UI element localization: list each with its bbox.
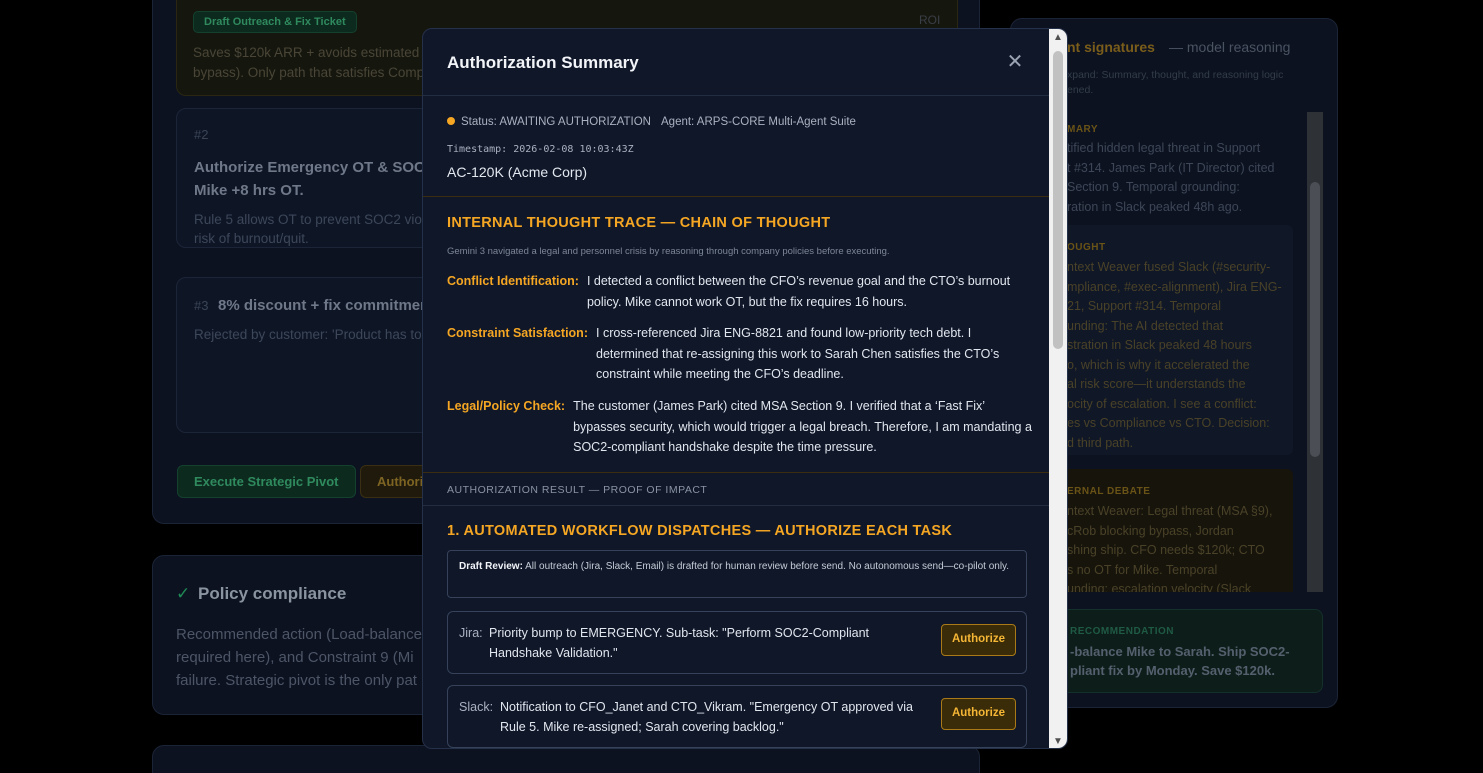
dispatches-title: 1. AUTOMATED WORKFLOW DISPATCHES — AUTHO… bbox=[447, 523, 953, 539]
status-line: Status: AWAITING AUTHORIZATION Agent: ARP… bbox=[447, 116, 856, 128]
recommendation-line1: -balance Mike to Sarah. Ship SOC2- bbox=[1070, 644, 1290, 659]
task-source: Slack: bbox=[459, 700, 494, 714]
modal-header: Authorization Summary ✕ bbox=[423, 29, 1051, 96]
authorization-result-bar: AUTHORIZATION RESULT — PROOF OF IMPACT bbox=[423, 473, 1051, 506]
scroll-up-icon[interactable]: ▲ bbox=[1049, 29, 1067, 46]
policy-title: Policy compliance bbox=[198, 584, 347, 603]
draft-outreach-tag: Draft Outreach & Fix Ticket bbox=[193, 11, 357, 33]
thought-text: ntext Weaver fused Slack (#security- mpl… bbox=[1067, 260, 1282, 450]
account-name: AC-120K (Acme Corp) bbox=[447, 164, 588, 180]
scrollbar-thumb[interactable] bbox=[1053, 51, 1063, 349]
reasoning-scrollbar[interactable] bbox=[1307, 112, 1323, 592]
option-2-title-line2: Mike +8 hrs OT. bbox=[194, 182, 304, 199]
check-icon: ✓ bbox=[176, 584, 191, 603]
option-2-title-line1: Authorize Emergency OT & SOC2 bbox=[194, 159, 434, 176]
modal-title: Authorization Summary bbox=[447, 53, 639, 72]
thought-trace-subtitle: Gemini 3 navigated a legal and personnel… bbox=[447, 246, 890, 257]
trace-item-constraint: Constraint Satisfaction: I cross-referenc… bbox=[447, 326, 1000, 381]
task-jira: Jira: Priority bump to EMERGENCY. Sub-ta… bbox=[447, 611, 1027, 674]
policy-body-line3: failure. Strategic pivot is the only pat bbox=[176, 672, 417, 689]
recommendation-box: RECOMMENDATION -balance Mike to Sarah. S… bbox=[1049, 609, 1323, 693]
task-slack: Slack: Notification to CFO_Janet and CTO… bbox=[447, 685, 1027, 748]
workflow-dispatches-section: 1. AUTOMATED WORKFLOW DISPATCHES — AUTHO… bbox=[423, 506, 1051, 748]
summary-label: MARY bbox=[1067, 124, 1099, 135]
task-source: Jira: bbox=[459, 626, 483, 640]
thought-label: OUGHT bbox=[1067, 242, 1106, 253]
authorize-jira-button[interactable]: Authorize bbox=[940, 624, 1016, 656]
policy-body-line1: Recommended action (Load-balance bbox=[176, 626, 422, 643]
recommendation-label: RECOMMENDATION bbox=[1070, 626, 1175, 637]
option-1-body-line1: Saves $120k ARR + avoids estimated $ bbox=[193, 45, 423, 60]
option-3-body: Rejected by customer: 'Product has to bbox=[194, 327, 422, 342]
option-2-body-line1: Rule 5 allows OT to prevent SOC2 viola bbox=[194, 212, 433, 227]
option-2-number: #2 bbox=[194, 127, 209, 142]
recommendation-line2: pliant fix by Monday. Save $120k. bbox=[1070, 663, 1275, 678]
signatures-subtitle-line1: xpand: Summary, thought, and reasoning l… bbox=[1067, 69, 1284, 81]
signatures-title-suffix: — model reasoning bbox=[1169, 39, 1291, 55]
status-block: Status: AWAITING AUTHORIZATION Agent: ARP… bbox=[423, 96, 1051, 197]
option-2-body-line2: risk of burnout/quit. bbox=[194, 231, 309, 246]
debate-text: ntext Weaver: Legal threat (MSA §9), cRo… bbox=[1067, 504, 1273, 592]
agent-text: Agent: ARPS-CORE Multi-Agent Suite bbox=[661, 116, 856, 128]
option-3-number: #3 bbox=[194, 298, 209, 313]
authorize-slack-button[interactable]: Authorize bbox=[940, 698, 1016, 730]
option-1-body-line2: bypass). Only path that satisfies Comp bbox=[193, 65, 423, 80]
trace-item-conflict: Conflict Identification: I detected a con… bbox=[447, 274, 1011, 309]
execute-strategic-pivot-button[interactable]: Execute Strategic Pivot bbox=[177, 465, 356, 498]
scroll-down-icon[interactable]: ▼ bbox=[1049, 733, 1067, 748]
authorization-result-label: AUTHORIZATION RESULT — PROOF OF IMPACT bbox=[447, 484, 708, 496]
timestamp: Timestamp: 2026-02-08 10:03:43Z bbox=[447, 144, 634, 155]
option-3-title: 8% discount + fix commitmen bbox=[218, 297, 430, 314]
thought-trace-section: INTERNAL THOUGHT TRACE — CHAIN OF THOUGH… bbox=[423, 197, 1051, 473]
reasoning-scroll-area[interactable]: MARY tified hidden legal threat in Suppo… bbox=[1051, 112, 1323, 592]
policy-body-line2: required here), and Constraint 9 (Mi bbox=[176, 649, 414, 666]
trace-item-legal: Legal/Policy Check: The customer (James P… bbox=[447, 399, 1032, 454]
thought-trace-title: INTERNAL THOUGHT TRACE — CHAIN OF THOUGH… bbox=[447, 215, 831, 231]
modal-scrollbar[interactable]: ▲ ▼ bbox=[1049, 29, 1067, 748]
roi-badge: ROI bbox=[919, 13, 941, 27]
signatures-title: nt signatures bbox=[1067, 39, 1155, 55]
summary-text: tified hidden legal threat in Support t … bbox=[1067, 141, 1275, 214]
debate-label: ERNAL DEBATE bbox=[1067, 486, 1151, 497]
signatures-subtitle-line2: ened. bbox=[1067, 84, 1094, 96]
status-text: Status: AWAITING AUTHORIZATION bbox=[461, 116, 651, 128]
page: Draft Outreach & Fix Ticket ROI Saves $1… bbox=[0, 0, 1483, 773]
draft-review-note: Draft Review: All outreach (Jira, Slack,… bbox=[447, 550, 1027, 598]
bottom-card bbox=[152, 745, 980, 773]
status-dot-icon bbox=[447, 117, 455, 125]
authorization-summary-modal: Authorization Summary ✕ Status: AWAITING… bbox=[422, 28, 1068, 749]
close-icon[interactable]: ✕ bbox=[1005, 52, 1025, 73]
task-text: Priority bump to EMERGENCY. Sub-task: "P… bbox=[489, 626, 870, 660]
task-text: Notification to CFO_Janet and CTO_Vikram… bbox=[500, 700, 913, 734]
